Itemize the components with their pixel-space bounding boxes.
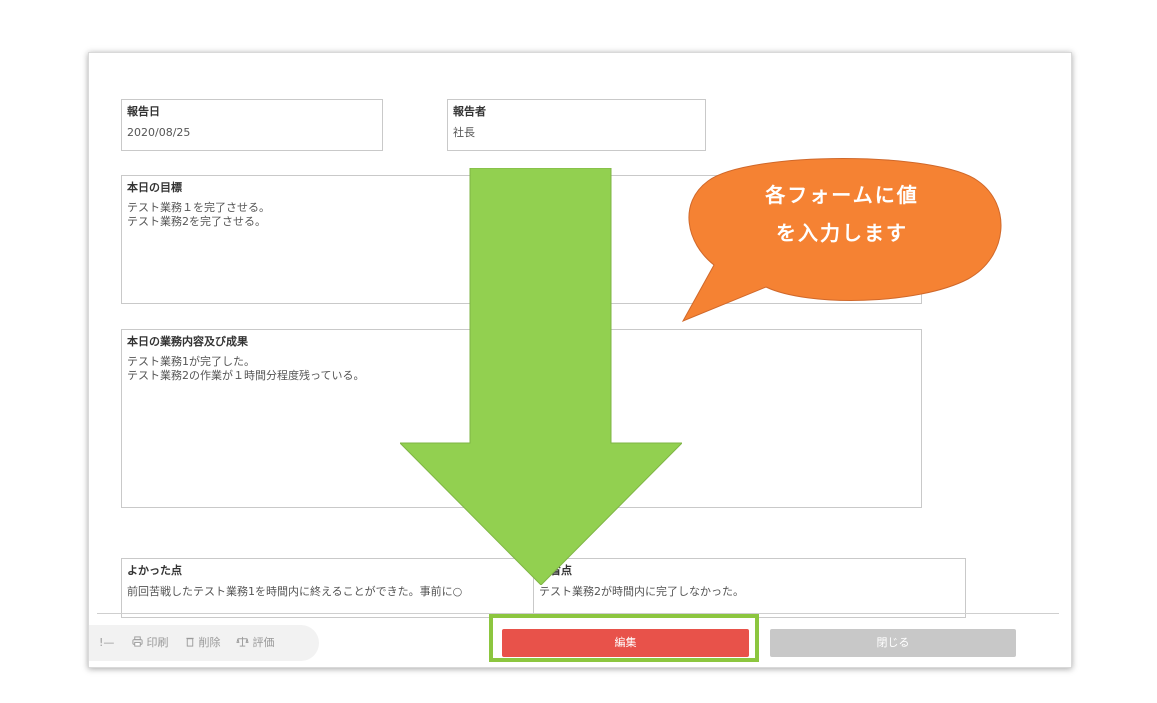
- down-arrow-icon: [400, 168, 682, 585]
- footer-toolbar: !— 印刷 削除 評価: [89, 625, 319, 661]
- trash-icon: [186, 637, 194, 647]
- printer-icon: [132, 636, 143, 647]
- callout-line-2: を入力します: [776, 221, 908, 245]
- reporter-label: 報告者: [453, 105, 486, 118]
- print-label: 印刷: [146, 636, 169, 649]
- callout-line-1: 各フォームに値: [765, 183, 919, 207]
- reporter-field[interactable]: 報告者 社長: [447, 99, 706, 151]
- bad-points-value: テスト業務2が時間内に完了しなかった。: [539, 585, 744, 598]
- evaluate-label: 評価: [252, 636, 275, 649]
- delete-button[interactable]: 削除: [185, 625, 221, 661]
- scale-icon: [236, 636, 249, 647]
- delete-label: 削除: [198, 636, 221, 649]
- callout-text: 各フォームに値 を入力します: [712, 176, 972, 252]
- print-button[interactable]: 印刷: [132, 625, 169, 661]
- edit-button-highlight: [489, 614, 759, 662]
- reporter-value: 社長: [453, 126, 475, 139]
- report-date-label: 報告日: [127, 105, 160, 118]
- report-date-field[interactable]: 報告日 2020/08/25: [121, 99, 383, 151]
- close-button[interactable]: 閉じる: [770, 629, 1016, 657]
- truncated-menu-item[interactable]: !—: [99, 625, 114, 661]
- report-date-value: 2020/08/25: [127, 126, 191, 139]
- evaluate-button[interactable]: 評価: [236, 625, 275, 661]
- good-points-value: 前回苦戦したテスト業務1を時間内に終えることができた。事前に○: [127, 585, 463, 598]
